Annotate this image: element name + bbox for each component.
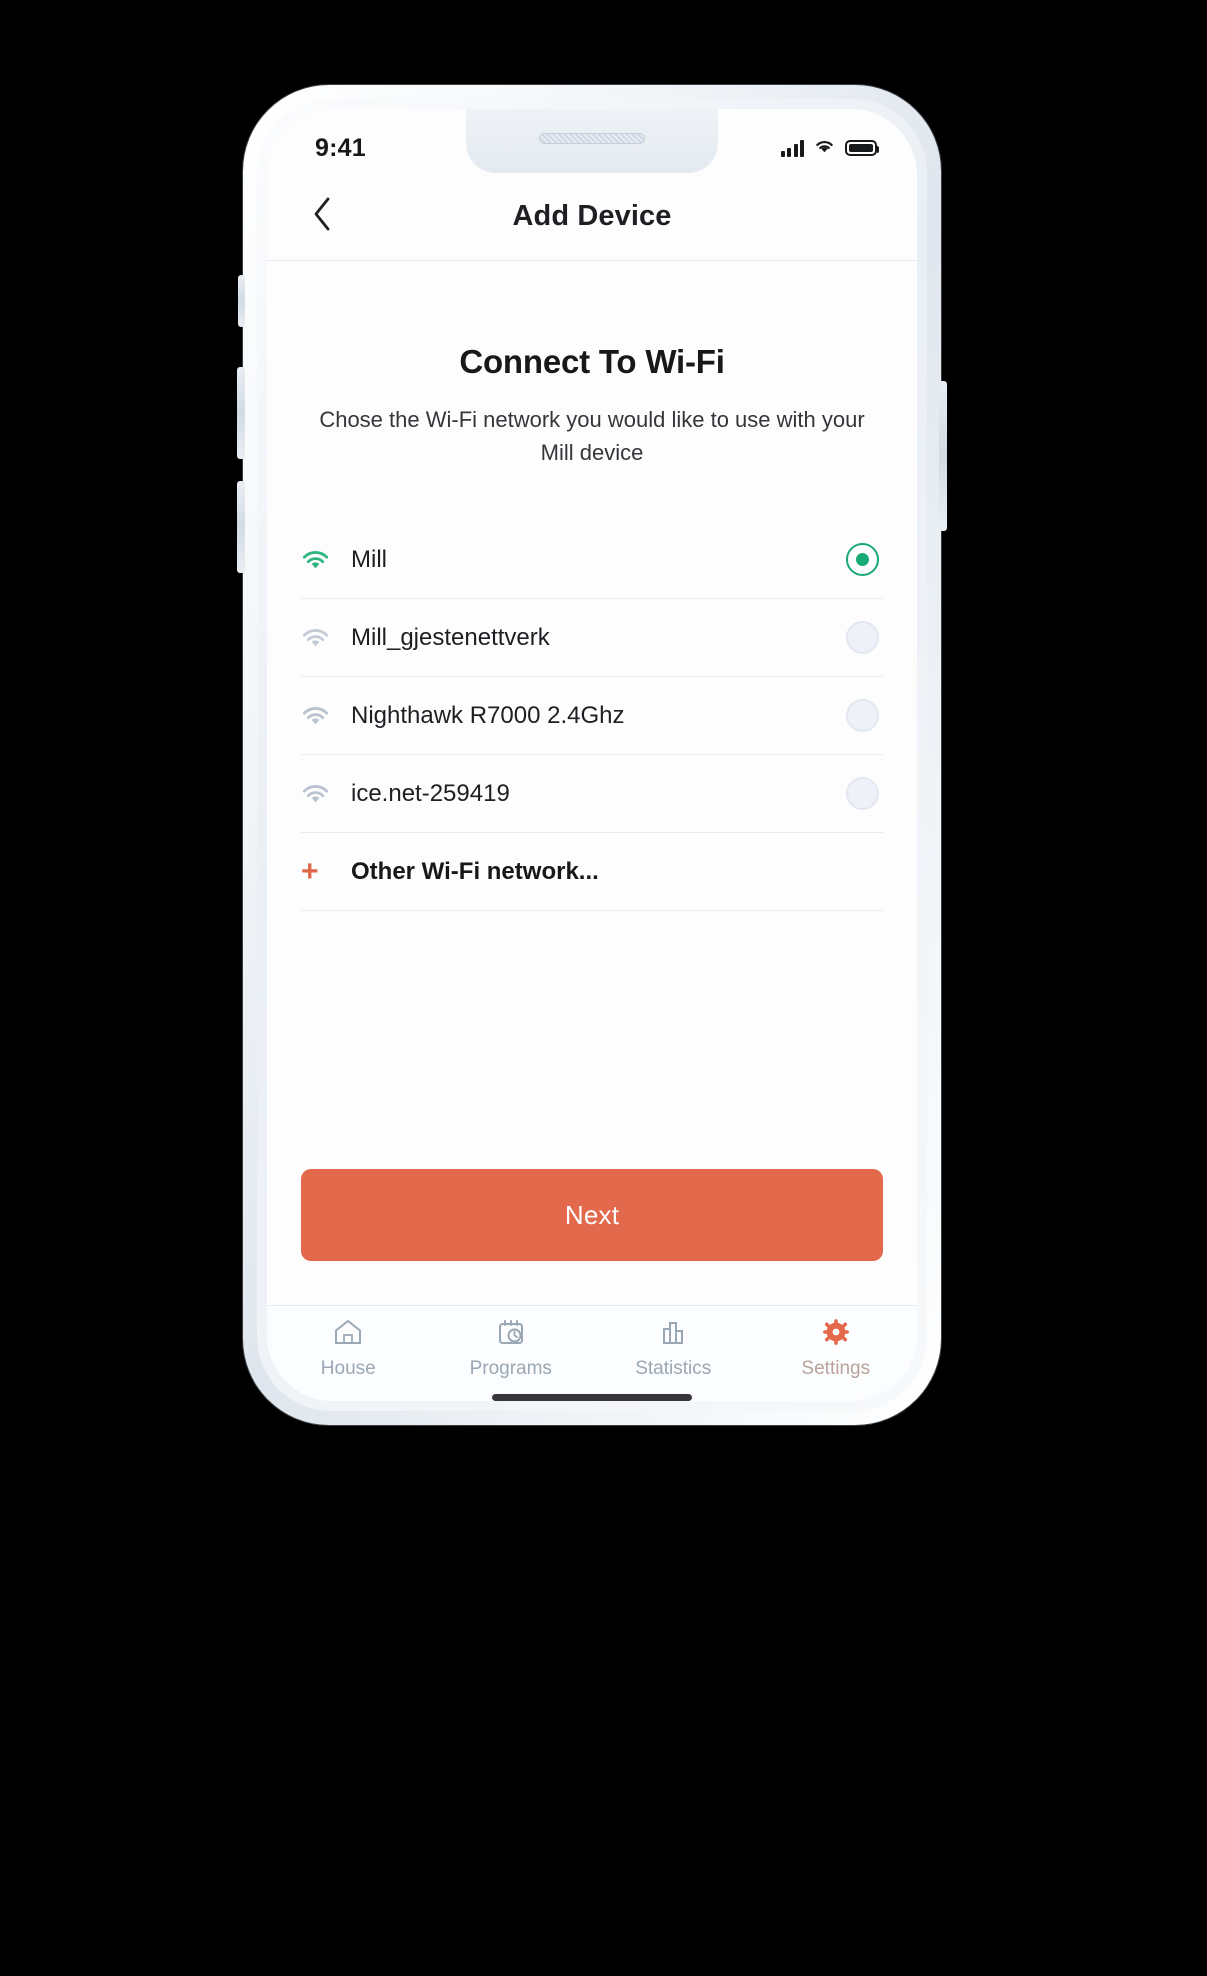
calendar-clock-icon xyxy=(496,1318,526,1351)
tab-statistics[interactable]: Statistics xyxy=(592,1318,755,1380)
battery-full-icon xyxy=(845,140,879,156)
chevron-left-icon xyxy=(312,197,332,236)
network-ssid: Mill xyxy=(351,545,387,573)
tab-programs[interactable]: Programs xyxy=(430,1318,593,1380)
volume-up-button[interactable] xyxy=(237,367,245,459)
bar-chart-icon xyxy=(658,1318,688,1351)
phone-screen: 9:41 Add Device Connect To Wi-Fi Chose t… xyxy=(267,109,917,1401)
network-radio-selected[interactable] xyxy=(846,543,879,576)
phone-bezel: 9:41 Add Device Connect To Wi-Fi Chose t… xyxy=(257,99,927,1411)
house-icon xyxy=(333,1318,363,1351)
status-time: 9:41 xyxy=(315,133,366,162)
power-button[interactable] xyxy=(939,381,947,531)
status-icons-group xyxy=(780,137,879,159)
network-radio[interactable] xyxy=(846,621,879,654)
wifi-icon xyxy=(813,137,836,159)
network-ssid: Nighthawk R7000 2.4Ghz xyxy=(351,701,625,729)
plus-icon: + xyxy=(301,854,319,888)
bottom-tab-bar: House Programs Statistics Settings xyxy=(267,1305,917,1401)
wifi-icon xyxy=(301,549,345,571)
status-bar: 9:41 xyxy=(267,109,917,173)
main-content: Connect To Wi-Fi Chose the Wi-Fi network… xyxy=(267,261,917,1305)
phone-device-frame: 9:41 Add Device Connect To Wi-Fi Chose t… xyxy=(237,85,947,1425)
next-button[interactable]: Next xyxy=(301,1169,883,1261)
network-radio[interactable] xyxy=(846,777,879,810)
volume-down-button[interactable] xyxy=(237,481,245,573)
page-title: Add Device xyxy=(512,200,672,232)
tab-label: Statistics xyxy=(635,1358,712,1379)
home-indicator[interactable] xyxy=(492,1394,692,1401)
network-row-nighthawk[interactable]: Nighthawk R7000 2.4Ghz xyxy=(301,677,883,755)
tab-label: Programs xyxy=(469,1358,552,1379)
other-network-label: Other Wi-Fi network... xyxy=(351,857,599,885)
network-row-mill[interactable]: Mill xyxy=(301,521,883,599)
back-button[interactable] xyxy=(299,194,345,240)
network-row-icenet[interactable]: ice.net-259419 xyxy=(301,755,883,833)
tab-label: Settings xyxy=(801,1358,871,1379)
tab-settings[interactable]: Settings xyxy=(755,1318,918,1380)
network-ssid: ice.net-259419 xyxy=(351,779,510,807)
tab-label: House xyxy=(320,1358,376,1379)
wifi-icon xyxy=(301,705,345,727)
wifi-icon xyxy=(301,783,345,805)
cellular-signal-icon xyxy=(780,139,804,157)
headline: Connect To Wi-Fi xyxy=(459,343,725,380)
other-wifi-network-row[interactable]: + Other Wi-Fi network... xyxy=(301,833,883,911)
subtitle: Chose the Wi-Fi network you would like t… xyxy=(319,407,865,465)
mute-switch-button[interactable] xyxy=(238,275,245,327)
gear-icon xyxy=(821,1318,851,1351)
wifi-icon xyxy=(301,627,345,649)
network-radio[interactable] xyxy=(846,699,879,732)
network-ssid: Mill_gjestenettverk xyxy=(351,623,550,651)
tab-house[interactable]: House xyxy=(267,1318,430,1380)
wifi-network-list: Mill Mill_gjestenettverk Nighthawk R7000… xyxy=(267,521,917,911)
next-button-container: Next xyxy=(267,1169,917,1305)
network-row-mill-guest[interactable]: Mill_gjestenettverk xyxy=(301,599,883,677)
navigation-header: Add Device xyxy=(267,173,917,261)
